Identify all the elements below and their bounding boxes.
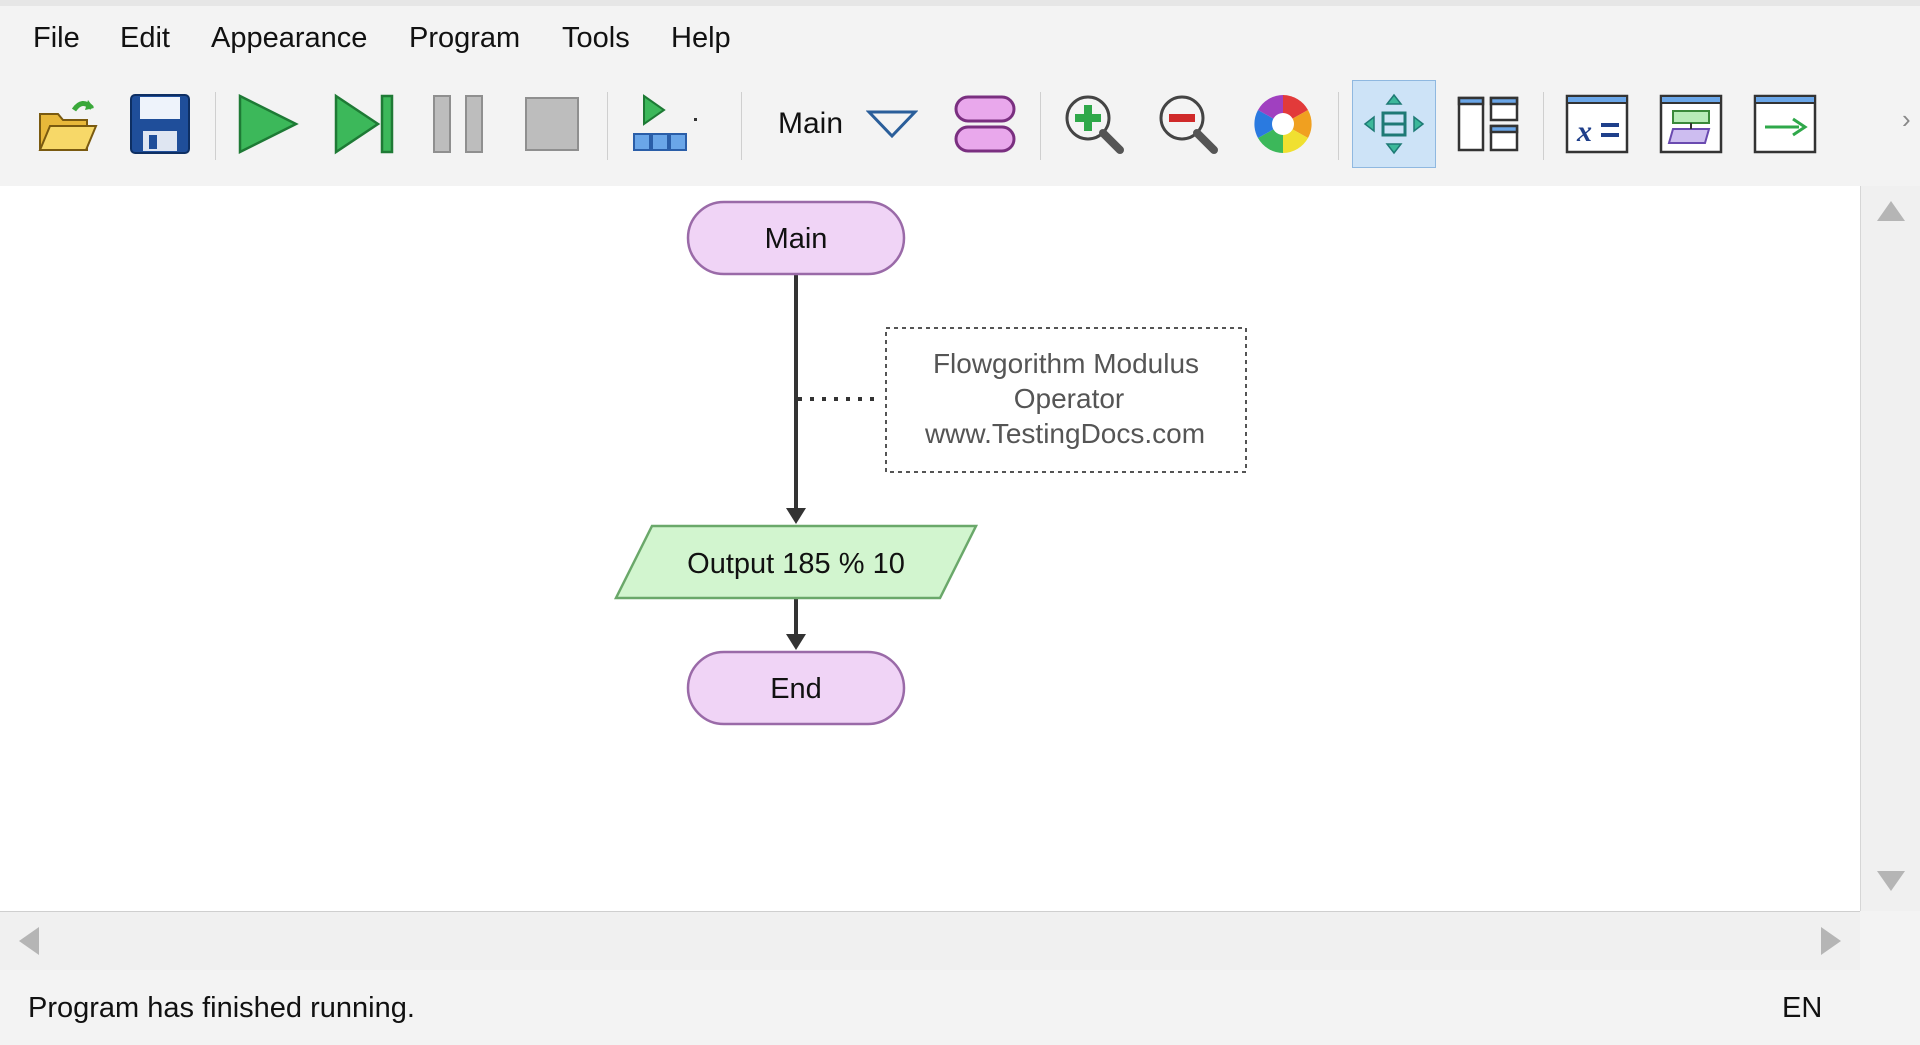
- comment-line-2: Operator: [1014, 383, 1125, 414]
- comment-line-3: www.TestingDocs.com: [924, 418, 1205, 449]
- toolbar-separator: [1543, 92, 1544, 160]
- flow-arrowhead: [786, 508, 806, 524]
- scroll-up-button[interactable]: [1861, 196, 1920, 226]
- function-manager-button[interactable]: [945, 80, 1025, 168]
- zoom-in-button[interactable]: [1054, 80, 1134, 168]
- open-folder-icon: [38, 100, 98, 151]
- flowchart-canvas[interactable]: Main Flowgorithm Modulus Operator www.Te…: [0, 186, 1860, 912]
- zoom-out-button[interactable]: [1148, 80, 1228, 168]
- language-indicator[interactable]: EN: [1782, 992, 1822, 1025]
- scroll-down-button[interactable]: [1861, 866, 1920, 896]
- console-icon: [1753, 94, 1817, 154]
- function-manager-icon: [954, 95, 1016, 153]
- zoom-out-icon: [1159, 95, 1218, 154]
- step-icon: [334, 93, 394, 155]
- step-button[interactable]: [324, 80, 404, 168]
- toolbar-overflow-icon[interactable]: ›: [1902, 104, 1911, 135]
- end-terminal[interactable]: End: [686, 650, 906, 726]
- stop-button[interactable]: [512, 80, 592, 168]
- scroll-left-button[interactable]: [14, 926, 44, 956]
- run-icon: [238, 93, 299, 155]
- function-name-label[interactable]: Main: [778, 107, 843, 141]
- pause-button[interactable]: [418, 80, 498, 168]
- toolbar: Main x ›: [0, 74, 1920, 187]
- menu-help[interactable]: Help: [667, 22, 735, 55]
- color-scheme-button[interactable]: [1243, 80, 1323, 168]
- toolbar-separator: [607, 92, 608, 160]
- menu-tools[interactable]: Tools: [558, 22, 634, 55]
- menu-bar: File Edit Appearance Program Tools Help: [0, 6, 1920, 74]
- variable-watch-icon: x: [1565, 94, 1629, 154]
- color-scheme-icon: [1254, 95, 1312, 153]
- move-layout-icon: [1363, 93, 1425, 155]
- output-block[interactable]: Output 185 % 10: [613, 524, 979, 600]
- end-terminal-label: End: [770, 673, 822, 705]
- console-button[interactable]: [1745, 80, 1825, 168]
- start-terminal[interactable]: Main: [686, 200, 906, 276]
- save-button[interactable]: [120, 80, 200, 168]
- comment-line-1: Flowgorithm Modulus: [933, 348, 1199, 379]
- run-button[interactable]: [228, 80, 308, 168]
- menu-file[interactable]: File: [29, 22, 84, 55]
- layout-windows-button[interactable]: [1448, 80, 1528, 168]
- menu-edit[interactable]: Edit: [116, 22, 174, 55]
- save-icon: [130, 94, 190, 154]
- comment-box[interactable]: Flowgorithm Modulus Operator www.Testing…: [885, 327, 1247, 473]
- variable-watch-button[interactable]: x: [1557, 80, 1637, 168]
- toolbar-separator: [1338, 92, 1339, 160]
- source-code-button[interactable]: [1651, 80, 1731, 168]
- flowchart-diagram: Main Flowgorithm Modulus Operator www.Te…: [613, 200, 1247, 726]
- toolbar-separator: [1040, 92, 1041, 160]
- scroll-right-icon: [1821, 927, 1841, 955]
- toolbar-separator: [741, 92, 742, 160]
- pause-icon: [433, 95, 483, 153]
- scrollbar-corner: [1860, 912, 1920, 970]
- vertical-scrollbar[interactable]: [1860, 186, 1920, 911]
- layout-windows-icon: [1457, 96, 1519, 152]
- run-speed-icon: [633, 94, 697, 151]
- toolbar-separator: [215, 92, 216, 160]
- start-terminal-label: Main: [765, 223, 828, 255]
- horizontal-scrollbar[interactable]: [0, 912, 1860, 971]
- scroll-down-icon: [1877, 871, 1905, 891]
- function-dropdown-button[interactable]: [852, 80, 932, 168]
- run-speed-button[interactable]: [622, 80, 702, 168]
- status-message: Program has finished running.: [28, 992, 415, 1024]
- svg-text:x: x: [1576, 115, 1592, 148]
- scroll-right-button[interactable]: [1816, 926, 1846, 956]
- move-layout-button[interactable]: [1352, 80, 1436, 168]
- menu-program[interactable]: Program: [405, 22, 524, 55]
- stop-icon: [525, 97, 579, 151]
- zoom-in-icon: [1065, 95, 1124, 154]
- flow-arrowhead: [786, 634, 806, 650]
- open-button[interactable]: [26, 80, 106, 168]
- source-code-icon: [1659, 94, 1723, 154]
- status-bar: Program has finished running. EN: [0, 970, 1920, 1045]
- function-dropdown-icon: [866, 110, 918, 139]
- output-block-label: Output 185 % 10: [687, 548, 905, 580]
- menu-appearance[interactable]: Appearance: [207, 22, 371, 55]
- scroll-left-icon: [19, 927, 39, 955]
- scroll-up-icon: [1877, 201, 1905, 221]
